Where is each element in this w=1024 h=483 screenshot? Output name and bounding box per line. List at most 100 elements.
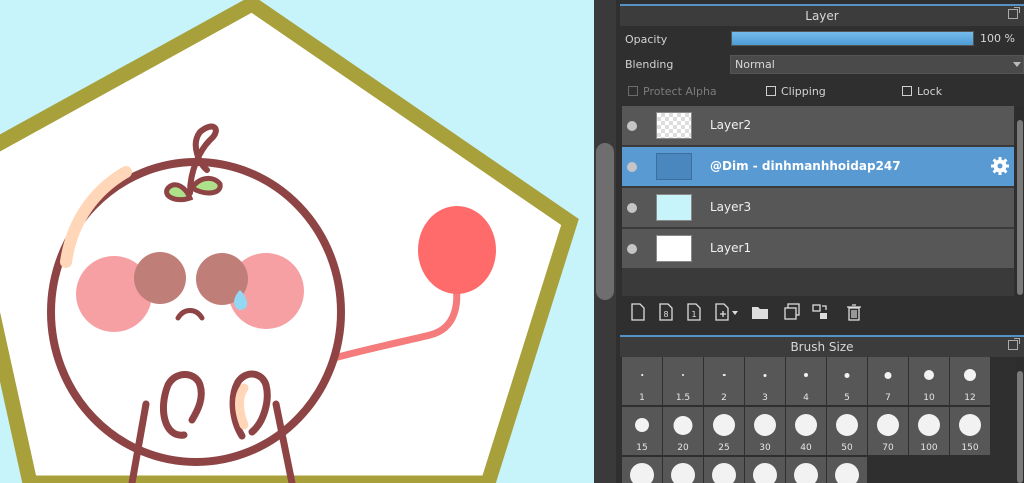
folder-icon[interactable]: [750, 302, 770, 322]
layer-thumbnail: [656, 194, 692, 221]
brush-size-cell[interactable]: 1: [622, 357, 662, 405]
new-8bit-layer-icon[interactable]: 8: [656, 302, 676, 322]
brush-size-cell[interactable]: 70: [868, 407, 908, 455]
brush-size-preview: [884, 371, 892, 379]
chevron-down-icon: [1013, 62, 1021, 67]
checkbox-icon: [902, 86, 912, 96]
brush-size-preview: [924, 370, 934, 380]
drawing-canvas[interactable]: [0, 0, 594, 483]
brush-size-cell[interactable]: [827, 457, 867, 483]
brush-size-cell[interactable]: [745, 457, 785, 483]
layer-panel-header: Layer: [620, 4, 1024, 26]
blending-select[interactable]: Normal: [730, 55, 1024, 74]
new-layer-icon[interactable]: [628, 302, 648, 322]
layer-row-layer1[interactable]: Layer1: [622, 229, 1014, 269]
brush-size-panel-title: Brush Size: [790, 340, 854, 354]
brush-size-preview: [712, 463, 736, 483]
opacity-slider[interactable]: [731, 31, 974, 46]
merge-layer-icon[interactable]: [810, 302, 830, 322]
visibility-icon[interactable]: [627, 162, 637, 172]
layer-thumbnail: [656, 235, 692, 262]
layer-scrollbar-thumb[interactable]: [1017, 120, 1023, 295]
brush-size-preview: [763, 373, 767, 377]
add-layer-menu-icon[interactable]: [712, 302, 742, 322]
brush-size-preview: [795, 414, 817, 436]
duplicate-layer-icon[interactable]: [782, 302, 802, 322]
brush-size-cell[interactable]: 20: [663, 407, 703, 455]
brush-size-preview: [835, 463, 859, 483]
opacity-slider-fill: [732, 32, 973, 45]
brush-size-label: 30: [759, 443, 771, 453]
popout-icon[interactable]: [1008, 338, 1020, 350]
brush-size-cell[interactable]: [663, 457, 703, 483]
new-1bit-layer-icon[interactable]: 1: [684, 302, 704, 322]
brush-size-cell[interactable]: 150: [950, 407, 990, 455]
layer-list-scrollbar[interactable]: [1016, 106, 1024, 296]
layer-thumbnail: [656, 153, 692, 180]
brush-size-label: 2: [721, 393, 727, 403]
brush-size-cell[interactable]: 100: [909, 407, 949, 455]
layer-panel-title: Layer: [805, 9, 839, 23]
protect-alpha-label: Protect Alpha: [643, 85, 717, 98]
layer-list: Layer2 @Dim - dinhmanhhoidap247 Layer3 L…: [622, 106, 1014, 296]
layer-row-layer2[interactable]: Layer2: [622, 106, 1014, 146]
brush-size-cell[interactable]: 40: [786, 407, 826, 455]
canvas-scrollbar[interactable]: [594, 0, 616, 483]
right-panel: Layer Opacity 100 % Blending Normal Prot…: [616, 0, 1024, 483]
app-window: Layer Opacity 100 % Blending Normal Prot…: [0, 0, 1024, 483]
brush-size-label: 1: [639, 393, 645, 403]
brush-size-label: 50: [841, 443, 853, 453]
brush-size-preview: [641, 374, 643, 376]
brush-size-label: 3: [762, 393, 768, 403]
brush-size-cell[interactable]: 12: [950, 357, 990, 405]
brush-size-preview: [630, 463, 654, 483]
brush-size-panel-header: Brush Size: [620, 335, 1024, 357]
brush-size-cell[interactable]: [622, 457, 662, 483]
lock-checkbox[interactable]: Lock: [902, 85, 942, 99]
protect-alpha-checkbox[interactable]: Protect Alpha: [628, 85, 717, 99]
brush-size-preview: [804, 373, 808, 377]
brush-size-label: 12: [964, 393, 976, 403]
brush-size-preview: [754, 414, 776, 436]
gear-icon[interactable]: [990, 156, 1010, 176]
clipping-checkbox[interactable]: Clipping: [766, 85, 826, 99]
popout-icon[interactable]: [1008, 7, 1020, 19]
brush-size-cell[interactable]: [704, 457, 744, 483]
layer-name: Layer2: [710, 118, 752, 132]
brush-size-cell[interactable]: 7: [868, 357, 908, 405]
brush-size-cell[interactable]: 1.5: [663, 357, 703, 405]
brush-size-label: 40: [800, 443, 812, 453]
layer-name: Layer1: [710, 241, 752, 255]
brush-size-cell[interactable]: [786, 457, 826, 483]
brush-size-preview: [844, 372, 850, 378]
brush-size-label: 10: [923, 393, 935, 403]
brush-size-cell[interactable]: 5: [827, 357, 867, 405]
layer-row-layer3[interactable]: Layer3: [622, 188, 1014, 228]
checkbox-icon: [766, 86, 776, 96]
brush-size-cell[interactable]: 4: [786, 357, 826, 405]
opacity-value: 100 %: [980, 32, 1015, 45]
brush-size-cell[interactable]: 50: [827, 407, 867, 455]
brush-grid-scrollbar[interactable]: [1016, 357, 1024, 483]
clipping-label: Clipping: [781, 85, 826, 98]
visibility-icon[interactable]: [627, 244, 637, 254]
brush-scrollbar-thumb[interactable]: [1017, 371, 1023, 483]
brush-size-cell[interactable]: 25: [704, 407, 744, 455]
brush-size-label: 70: [882, 443, 894, 453]
brush-size-grid: 1 1.5 2 3 4 5 7 10 12 15 20 25 30 40 50 70 100 150: [620, 357, 1024, 483]
svg-text:8: 8: [663, 310, 668, 319]
brush-size-cell[interactable]: 3: [745, 357, 785, 405]
visibility-icon[interactable]: [627, 121, 637, 131]
brush-size-cell[interactable]: 30: [745, 407, 785, 455]
delete-layer-icon[interactable]: [844, 302, 864, 322]
visibility-icon[interactable]: [627, 203, 637, 213]
brush-size-preview: [722, 373, 726, 377]
brush-size-cell[interactable]: 2: [704, 357, 744, 405]
canvas-scrollbar-thumb[interactable]: [596, 143, 614, 300]
brush-size-cell[interactable]: 10: [909, 357, 949, 405]
brush-size-cell[interactable]: 15: [622, 407, 662, 455]
blending-label: Blending: [625, 58, 674, 71]
checkbox-icon: [628, 86, 638, 96]
brush-size-preview: [964, 369, 976, 381]
layer-row-dim[interactable]: @Dim - dinhmanhhoidap247: [622, 147, 1014, 187]
